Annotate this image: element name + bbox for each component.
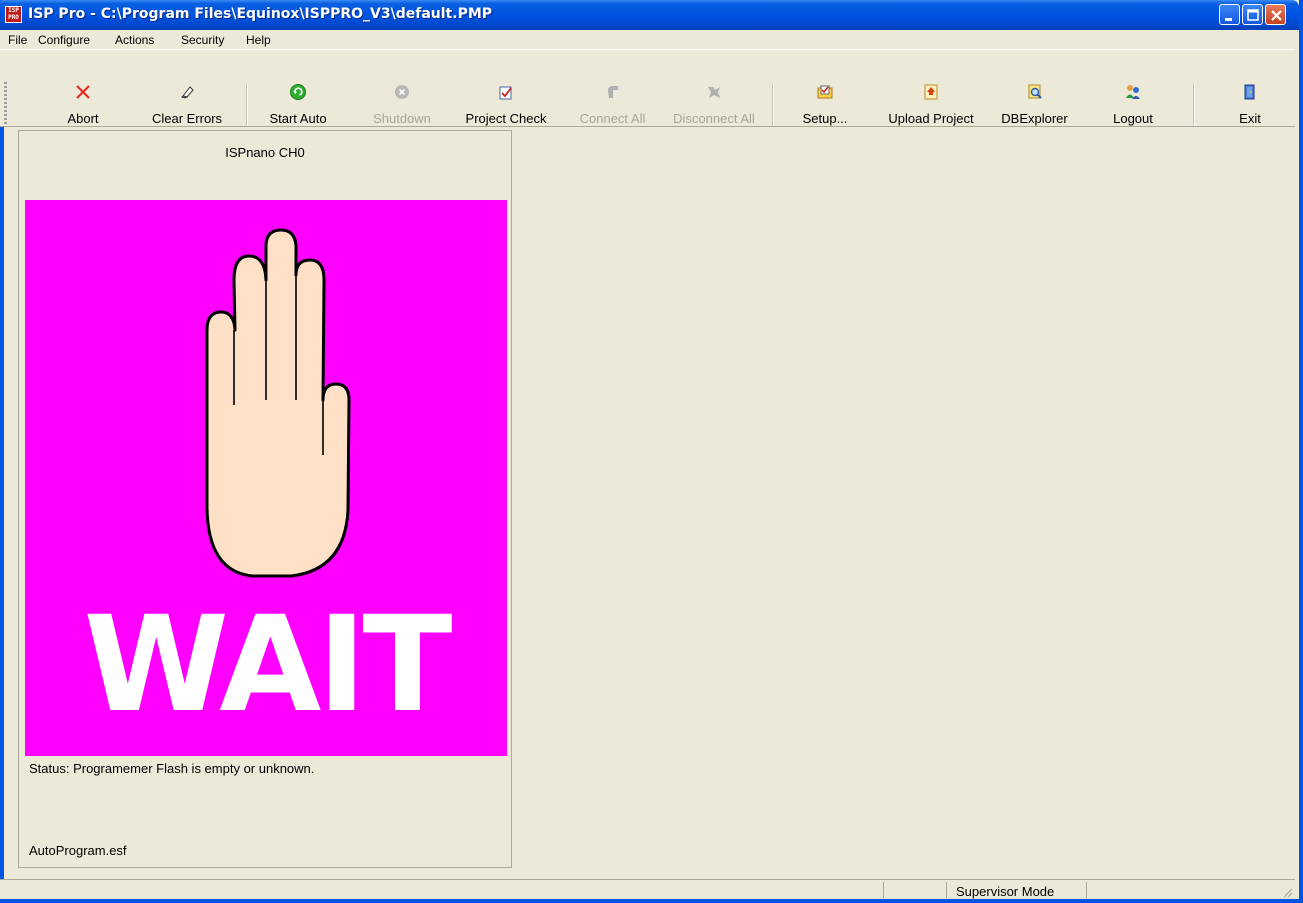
- status-bar: Supervisor Mode: [0, 879, 1295, 899]
- maximize-button[interactable]: [1242, 4, 1263, 25]
- dbexplorer-label: DBExplorer: [1001, 111, 1068, 126]
- upload-project-label: Upload Project: [888, 111, 974, 126]
- logout-label: Logout: [1113, 111, 1153, 126]
- toolbar-separator: [1193, 84, 1195, 126]
- menu-actions[interactable]: Actions: [115, 33, 154, 47]
- stop-hand-icon: [205, 228, 351, 578]
- clear-errors-button[interactable]: Clear Errors: [142, 84, 232, 130]
- exit-button[interactable]: Exit: [1220, 84, 1280, 130]
- shutdown-button[interactable]: Shutdown: [362, 84, 442, 130]
- project-check-icon: [499, 86, 512, 100]
- title-bar[interactable]: ISP PRO ISP Pro - C:\Program Files\Equino…: [0, 0, 1299, 30]
- logout-icon: [1126, 85, 1140, 99]
- abort-label: Abort: [67, 111, 99, 126]
- menu-file[interactable]: File: [8, 33, 27, 47]
- close-button[interactable]: [1265, 4, 1286, 25]
- shutdown-icon: [395, 85, 409, 99]
- setup-button[interactable]: Setup...: [790, 84, 860, 130]
- disconnect-all-icon: [708, 87, 720, 98]
- connect-all-label: Connect All: [579, 111, 646, 126]
- setup-icon: [817, 85, 833, 99]
- start-auto-label: Start Auto: [269, 111, 327, 126]
- dbexplorer-button[interactable]: DBExplorer: [992, 84, 1077, 130]
- menu-security[interactable]: Security: [181, 33, 224, 47]
- maximize-icon: [1247, 9, 1259, 21]
- status-text: Status: Programemer Flash is empty or un…: [29, 761, 315, 776]
- disconnect-all-button[interactable]: Disconnect All: [664, 84, 764, 130]
- autoprogram-file: AutoProgram.esf: [29, 843, 127, 858]
- clear-errors-label: Clear Errors: [151, 111, 223, 126]
- project-check-label: Project Check: [465, 111, 547, 126]
- connect-all-icon: [607, 86, 618, 98]
- toolbar-separator: [246, 84, 248, 126]
- minimize-icon: [1225, 18, 1232, 21]
- exit-door-icon: [1244, 84, 1255, 100]
- status-pane: [883, 882, 944, 898]
- window-title: ISP Pro - C:\Program Files\Equinox\ISPPR…: [28, 6, 493, 22]
- start-auto-icon: [290, 84, 306, 100]
- toolbar-separator: [772, 84, 774, 126]
- wait-text: WAIT: [83, 588, 453, 742]
- menu-help[interactable]: Help: [246, 33, 271, 47]
- wait-indicator: WAIT: [25, 200, 507, 756]
- minimize-button[interactable]: [1219, 4, 1240, 25]
- project-check-button[interactable]: Project Check: [456, 84, 556, 130]
- close-icon: [1271, 10, 1282, 21]
- connect-all-button[interactable]: Connect All: [570, 84, 655, 130]
- setup-label: Setup...: [802, 111, 848, 126]
- upload-project-icon: [924, 84, 938, 100]
- status-pane: [1086, 882, 1287, 898]
- channel-panel: ISPnano CH0 WAIT Status: Programemer Fla…: [18, 130, 512, 868]
- start-auto-button[interactable]: Start Auto: [258, 84, 338, 130]
- dbexplorer-icon: [1028, 84, 1042, 99]
- resize-grip-icon[interactable]: [1281, 886, 1293, 898]
- exit-label: Exit: [1239, 111, 1261, 126]
- menu-configure[interactable]: Configure: [38, 33, 90, 47]
- menu-bar: File Configure Actions Security Help: [0, 30, 1295, 49]
- abort-button[interactable]: Abort: [48, 84, 118, 130]
- supervisor-mode-text: Supervisor Mode: [956, 884, 1055, 899]
- abort-icon: [76, 85, 90, 99]
- logout-button[interactable]: Logout: [1098, 84, 1168, 130]
- disconnect-all-label: Disconnect All: [673, 111, 755, 126]
- shutdown-label: Shutdown: [373, 111, 431, 126]
- channel-title: ISPnano CH0: [225, 145, 305, 160]
- toolbar: Abort Clear Errors Start Auto Shutdown P…: [0, 49, 1295, 127]
- eraser-icon: [181, 86, 194, 99]
- upload-project-button[interactable]: Upload Project: [880, 84, 982, 130]
- toolbar-grip[interactable]: [4, 82, 7, 124]
- app-icon[interactable]: ISP PRO: [5, 6, 22, 23]
